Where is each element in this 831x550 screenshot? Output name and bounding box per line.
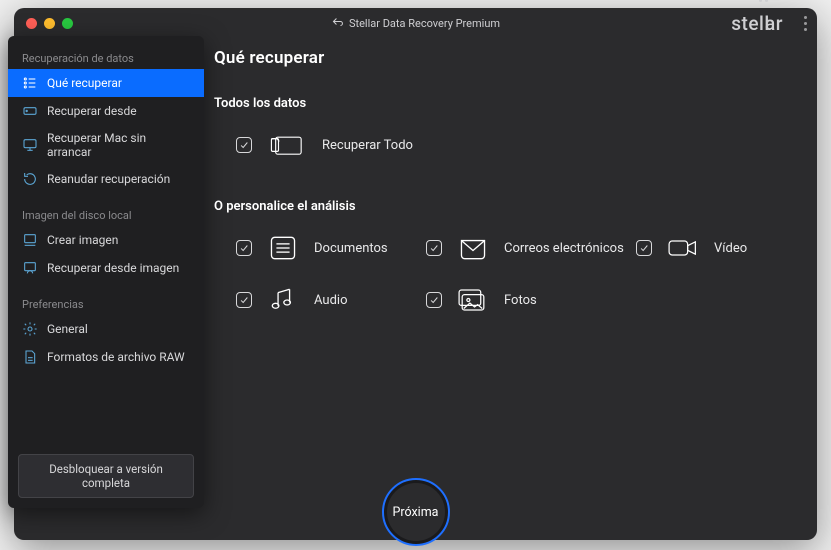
- section-custom-title: O personalice el análisis: [214, 199, 799, 214]
- sidebar-item-noboot-mac[interactable]: Recuperar Mac sin arrancar: [8, 125, 204, 165]
- option-photos[interactable]: Fotos: [426, 286, 616, 314]
- minimize-window[interactable]: [44, 18, 55, 29]
- option-label: Vídeo: [714, 241, 747, 256]
- sidebar-item-label: Qué recuperar: [47, 76, 122, 90]
- option-label: Fotos: [504, 293, 537, 308]
- checkbox[interactable]: [426, 292, 442, 308]
- app-window: Stellar Data Recovery Premium stellar Re…: [14, 8, 817, 540]
- window-title: Stellar Data Recovery Premium: [349, 17, 500, 30]
- option-label: Correos electrónicos: [504, 241, 624, 256]
- sidebar-item-recover-image[interactable]: Recuperar desde imagen: [8, 254, 204, 282]
- folder-icon: [270, 131, 304, 159]
- sidebar-item-create-image[interactable]: Crear imagen: [8, 226, 204, 254]
- option-label: Documentos: [314, 241, 388, 256]
- option-recover-all[interactable]: Recuperar Todo: [236, 131, 799, 159]
- checkbox[interactable]: [236, 137, 252, 153]
- sidebar-item-what-recover[interactable]: Qué recuperar: [8, 69, 204, 97]
- drive-icon: [22, 103, 38, 119]
- sidebar-item-label: Crear imagen: [47, 233, 118, 247]
- documents-icon: [266, 234, 300, 262]
- more-menu-icon[interactable]: [804, 16, 807, 31]
- sidebar-item-label: Recuperar Mac sin arrancar: [47, 131, 190, 159]
- sidebar-item-resume[interactable]: Reanudar recuperación: [8, 165, 204, 193]
- sidebar-section-title: Preferencias: [8, 292, 204, 315]
- image-disk-icon: [22, 232, 38, 248]
- sidebar-section-title: Imagen del disco local: [8, 203, 204, 226]
- option-label: Recuperar Todo: [322, 138, 413, 153]
- video-icon: [666, 234, 700, 262]
- title-bar: Stellar Data Recovery Premium stellar: [14, 8, 817, 38]
- sidebar-item-recover-from[interactable]: Recuperar desde: [8, 97, 204, 125]
- photos-icon: [456, 286, 490, 314]
- sidebar-item-label: Recuperar desde imagen: [47, 261, 179, 275]
- sidebar-item-raw[interactable]: Formatos de archivo RAW: [8, 343, 204, 371]
- raw-icon: [22, 349, 38, 365]
- page-title: Qué recuperar: [214, 48, 799, 68]
- monitor-icon: [22, 137, 38, 153]
- option-emails[interactable]: Correos electrónicos: [426, 234, 636, 262]
- checkbox[interactable]: [236, 240, 252, 256]
- brand-text-a: ste: [731, 12, 759, 35]
- sidebar-item-general[interactable]: General: [8, 315, 204, 343]
- mail-icon: [456, 234, 490, 262]
- sidebar-item-label: General: [47, 322, 88, 336]
- sidebar: Recuperación de datos Qué recuperar Recu…: [8, 36, 204, 508]
- image-recover-icon: [22, 260, 38, 276]
- title-center: Stellar Data Recovery Premium: [331, 16, 500, 31]
- option-documents[interactable]: Documentos: [236, 234, 426, 262]
- sidebar-item-label: Reanudar recuperación: [47, 172, 170, 186]
- main-panel: Qué recuperar Todos los datos Recuperar …: [214, 48, 799, 518]
- sidebar-section-title: Recuperación de datos: [8, 46, 204, 69]
- list-icon: [22, 75, 38, 91]
- maximize-window[interactable]: [62, 18, 73, 29]
- brand-logo: stellar: [731, 12, 783, 35]
- close-window[interactable]: [26, 18, 37, 29]
- section-all-title: Todos los datos: [214, 96, 799, 111]
- unlock-wrap: Desbloquear a versión completa: [8, 444, 204, 508]
- window-controls: [14, 18, 73, 29]
- unlock-full-version-button[interactable]: Desbloquear a versión completa: [18, 454, 194, 498]
- sidebar-item-label: Formatos de archivo RAW: [47, 350, 185, 364]
- next-button[interactable]: Próxima: [382, 478, 450, 546]
- option-audio[interactable]: Audio: [236, 286, 426, 314]
- sidebar-item-label: Recuperar desde: [47, 104, 137, 118]
- option-video[interactable]: Vídeo: [636, 234, 786, 262]
- checkbox[interactable]: [636, 240, 652, 256]
- gear-icon: [22, 321, 38, 337]
- rotate-icon: [22, 171, 38, 187]
- checkbox[interactable]: [236, 292, 252, 308]
- checkbox[interactable]: [426, 240, 442, 256]
- back-icon[interactable]: [331, 16, 343, 31]
- option-label: Audio: [314, 293, 347, 308]
- audio-icon: [266, 286, 300, 314]
- options-grid: Documentos Correos electrónicos Vídeo Au…: [236, 234, 799, 314]
